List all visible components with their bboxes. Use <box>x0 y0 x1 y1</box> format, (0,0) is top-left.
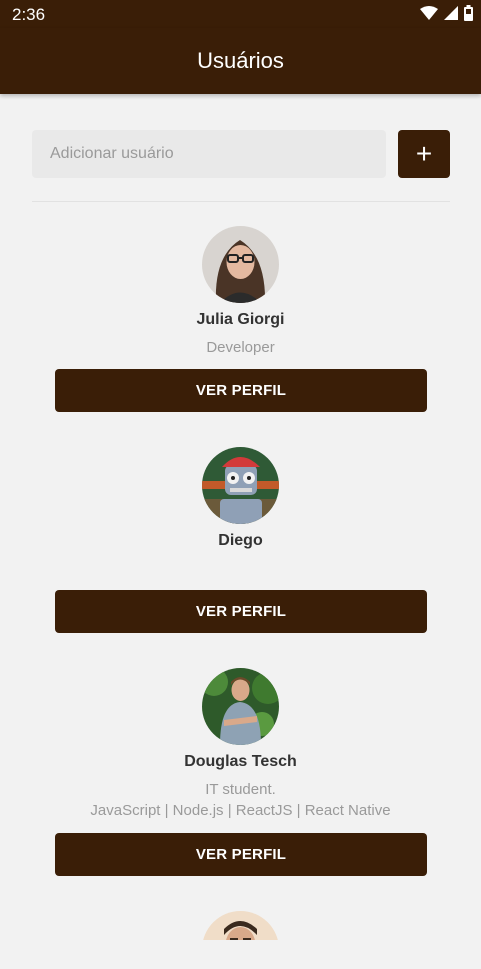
user-name: Diego <box>218 532 263 549</box>
avatar[interactable] <box>202 911 279 940</box>
user-bio: JavaScript | Node.js | ReactJS | React N… <box>90 802 391 819</box>
status-time: 2:36 <box>12 5 46 24</box>
app-header: Usuários <box>0 28 481 94</box>
avatar[interactable] <box>202 668 279 745</box>
user-bio: Developer <box>206 339 275 356</box>
status-bar: 2:36 <box>0 0 481 28</box>
avatar[interactable] <box>202 226 279 303</box>
add-user-button[interactable]: + <box>398 130 450 178</box>
user-name: Julia Giorgi <box>196 311 285 328</box>
status-icons <box>420 5 473 21</box>
plus-icon: + <box>415 138 433 169</box>
signal-icon <box>444 6 458 20</box>
page-title: Usuários <box>197 48 284 73</box>
wifi-icon <box>420 6 438 20</box>
user-bio: IT student. <box>205 781 276 798</box>
avatar[interactable] <box>202 447 279 524</box>
user-name: Douglas Tesch <box>184 753 297 770</box>
add-user-form: + <box>32 130 450 178</box>
view-profile-button[interactable]: VER PERFIL <box>55 369 427 412</box>
divider <box>32 201 450 202</box>
add-user-input[interactable] <box>32 130 386 178</box>
view-profile-button[interactable]: VER PERFIL <box>55 590 427 633</box>
battery-icon <box>464 5 473 21</box>
view-profile-button[interactable]: VER PERFIL <box>55 833 427 876</box>
